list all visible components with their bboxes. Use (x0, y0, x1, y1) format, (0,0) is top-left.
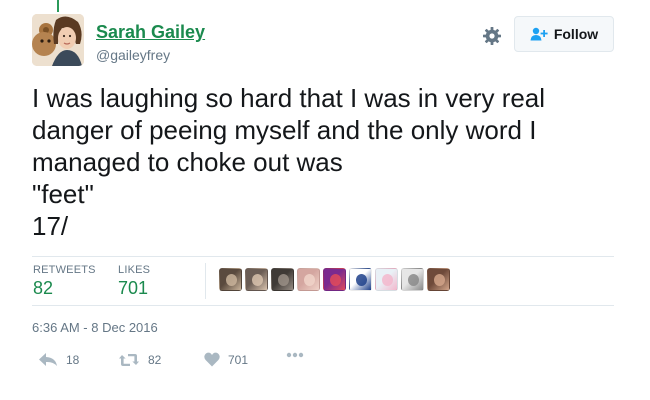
liker-avatar-face (434, 274, 445, 286)
author-avatar[interactable] (32, 14, 84, 66)
liker-avatar-7[interactable] (375, 268, 398, 291)
author-display-name[interactable]: Sarah Gailey (96, 22, 205, 43)
like-count: 701 (228, 352, 249, 367)
likes-label[interactable]: LIKES (118, 264, 150, 276)
retweet-count: 82 (148, 353, 162, 367)
gear-icon[interactable] (482, 26, 502, 46)
liker-avatar-8[interactable] (401, 268, 424, 291)
liker-avatar-face (382, 274, 393, 286)
tweet-timestamp[interactable]: 6:36 AM - 8 Dec 2016 (32, 320, 158, 335)
stats-separator (205, 263, 206, 299)
thread-connector-line (57, 0, 59, 12)
tweet-text-line: "feet" (32, 179, 94, 209)
tweet-text-line: 17/ (32, 211, 69, 241)
liker-avatar-3[interactable] (271, 268, 294, 291)
liker-avatar-5[interactable] (323, 268, 346, 291)
likes-count[interactable]: 701 (118, 278, 148, 299)
heart-icon (204, 352, 220, 367)
reply-count: 18 (66, 353, 80, 367)
author-handle[interactable]: @gaileyfrey (96, 47, 170, 63)
reply-icon (39, 353, 57, 366)
add-user-icon (530, 27, 548, 41)
avatar-image (32, 14, 84, 66)
retweet-button[interactable]: 82 (118, 352, 161, 368)
follow-button[interactable]: Follow (514, 16, 614, 52)
more-dots-icon (286, 352, 304, 358)
follow-button-label: Follow (553, 26, 599, 42)
tweet-text-line: danger of peeing myself and the only wor… (32, 115, 537, 145)
stats-bottom-divider (32, 305, 614, 306)
liker-avatar-face (330, 274, 341, 286)
liker-avatar-4[interactable] (297, 268, 320, 291)
liker-avatar-1[interactable] (219, 268, 242, 291)
liker-avatar-face (304, 274, 315, 286)
likers-avatar-row (219, 268, 450, 291)
liker-avatar-face (252, 274, 263, 286)
liker-avatar-face (226, 274, 237, 286)
more-button[interactable] (286, 352, 304, 358)
retweet-icon (119, 354, 139, 366)
liker-avatar-face (356, 274, 367, 286)
liker-avatar-2[interactable] (245, 268, 268, 291)
liker-avatar-face (278, 274, 289, 286)
tweet-text: I was laughing so hard that I was in ver… (32, 82, 612, 242)
stats-top-divider (32, 256, 614, 257)
liker-avatar-face (408, 274, 419, 286)
tweet-text-line: I was laughing so hard that I was in ver… (32, 83, 546, 113)
liker-avatar-6[interactable] (349, 268, 372, 291)
liker-avatar-9[interactable] (427, 268, 450, 291)
tweet-text-line: managed to choke out was (32, 147, 343, 177)
like-button[interactable]: 701 (204, 352, 248, 367)
reply-button[interactable]: 18 (38, 352, 79, 368)
retweets-label[interactable]: RETWEETS (33, 264, 96, 276)
retweets-count[interactable]: 82 (33, 278, 53, 299)
